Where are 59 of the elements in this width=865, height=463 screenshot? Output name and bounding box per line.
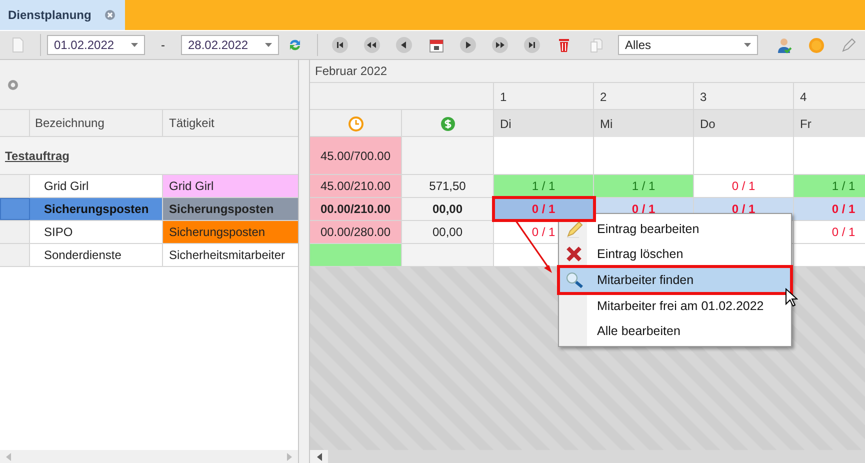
last-icon[interactable]	[523, 36, 541, 54]
table-cell: 00.00/210.00	[310, 198, 402, 220]
filter-dropdown[interactable]: Alles	[618, 35, 758, 55]
pencil-icon	[565, 220, 583, 238]
shift-cell[interactable]: 1 / 1	[494, 175, 594, 197]
caret-icon[interactable]	[744, 43, 751, 47]
caret-icon[interactable]	[265, 43, 272, 47]
rewind-icon[interactable]	[363, 36, 381, 54]
refresh-icon[interactable]	[287, 37, 303, 53]
sun-icon[interactable]	[808, 36, 824, 54]
first-icon[interactable]	[331, 36, 349, 54]
gear-icon[interactable]	[7, 78, 19, 90]
month-header: Februar 2022	[310, 60, 865, 83]
table-cell: 00.00/280.00	[310, 221, 402, 243]
shift-cell[interactable]	[794, 244, 865, 266]
weekday-header: Fr	[794, 110, 865, 137]
menu-item[interactable]: Alle bearbeiten	[559, 318, 791, 344]
scroll-right-icon[interactable]	[287, 452, 292, 460]
horizontal-scrollbar[interactable]	[0, 450, 298, 463]
person-icon[interactable]	[776, 36, 792, 54]
weekday-header: Di	[494, 110, 594, 137]
table-cell: 45.00/210.00	[310, 175, 402, 197]
play-icon[interactable]	[459, 36, 477, 54]
close-icon[interactable]	[105, 10, 116, 20]
search-icon	[565, 270, 583, 289]
back-icon[interactable]	[395, 36, 413, 54]
table-cell: Sicherungsposten	[30, 198, 163, 220]
column-header[interactable]: Tätigkeit	[163, 110, 298, 136]
date-to-field[interactable]: 28.02.2022	[181, 35, 279, 55]
scroll-left-icon[interactable]	[316, 452, 322, 460]
calendar-icon[interactable]	[428, 36, 444, 54]
copy-icon[interactable]	[588, 37, 604, 53]
shift-cell[interactable]: 1 / 1	[594, 175, 694, 197]
document-icon[interactable]	[10, 37, 26, 53]
menu-item[interactable]: Mitarbeiter finden	[559, 267, 791, 293]
horizontal-scrollbar[interactable]	[310, 450, 865, 463]
document-tab[interactable]: Dienstplanung	[0, 0, 126, 30]
weekday-header: Mi	[594, 110, 694, 137]
table-cell: Sicherungsposten	[163, 198, 298, 220]
group-title[interactable]: Testauftrag	[5, 148, 70, 162]
table-cell: 45.00/700.00	[310, 137, 402, 174]
pencil-icon[interactable]	[840, 37, 856, 53]
shift-cell[interactable]: 0 / 1	[694, 175, 794, 197]
table-cell: Grid Girl	[163, 175, 298, 197]
caret-icon[interactable]	[131, 43, 138, 47]
range-separator: -	[161, 38, 165, 52]
clock-icon	[348, 116, 364, 132]
table-cell: Sicherungsposten	[163, 221, 298, 243]
date-from-field[interactable]: 01.02.2022	[47, 35, 145, 55]
shift-cell[interactable]: 1 / 1	[794, 175, 865, 197]
column-header[interactable]: Bezeichnung	[30, 110, 163, 136]
shift-cell[interactable]: 0 / 1	[794, 221, 865, 243]
weekday-header: Do	[694, 110, 794, 137]
delete-icon	[565, 245, 583, 264]
splitter[interactable]	[298, 60, 310, 463]
trash-icon[interactable]	[556, 37, 572, 53]
menu-item[interactable]: Eintrag löschen	[559, 242, 791, 268]
money-icon	[440, 116, 456, 132]
fast-forward-icon[interactable]	[491, 36, 509, 54]
